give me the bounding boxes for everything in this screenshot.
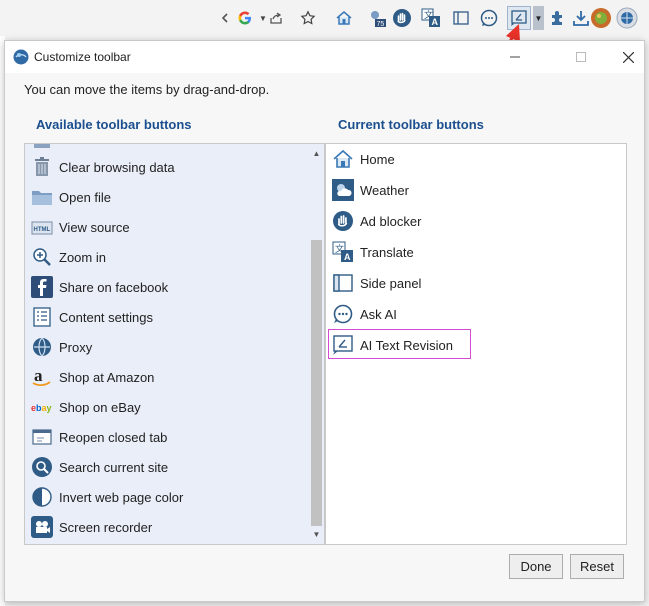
available-item-clear-browsing-data[interactable]: Clear browsing data	[31, 154, 301, 180]
proxy-globe-icon	[33, 337, 51, 357]
svg-text:A: A	[432, 17, 439, 27]
home-icon[interactable]	[333, 7, 355, 29]
invert-color-icon	[32, 487, 52, 507]
current-item-home[interactable]: Home	[332, 146, 602, 172]
html-icon: HTML	[31, 221, 53, 235]
available-item-screen-recorder[interactable]: Screen recorder	[31, 514, 301, 540]
scroll-down-icon[interactable]: ▼	[309, 527, 324, 542]
svg-text:a: a	[34, 366, 43, 385]
current-item-ai-text-revision[interactable]: AI Text Revision	[332, 332, 602, 358]
screen-recorder-icon	[31, 516, 53, 538]
available-item-search-current-site[interactable]: Search current site	[31, 454, 301, 480]
available-buttons-title: Available toolbar buttons	[36, 117, 192, 132]
available-item-reopen-closed-tab[interactable]: Reopen closed tab	[31, 424, 301, 450]
available-item-zoom-in[interactable]: Zoom in	[31, 244, 301, 270]
reopen-tab-icon	[32, 429, 52, 445]
available-item-view-source[interactable]: HTML View source	[31, 214, 301, 240]
reset-button[interactable]: Reset	[570, 554, 624, 579]
share-icon[interactable]	[265, 7, 287, 29]
profile-avatar-icon[interactable]	[590, 7, 612, 29]
available-item-invert-web-page-color[interactable]: Invert web page color	[31, 484, 301, 510]
close-icon[interactable]	[605, 41, 649, 73]
svg-text:HTML: HTML	[34, 227, 51, 233]
content-settings-icon	[33, 307, 51, 327]
available-item-shop-at-amazon[interactable]: a Shop at Amazon	[31, 364, 301, 390]
drag-drop-hint: You can move the items by drag-and-drop.	[24, 82, 270, 97]
zoom-in-icon	[33, 248, 51, 266]
svg-text:ebay: ebay	[31, 403, 52, 413]
current-item-ask-ai[interactable]: Ask AI	[332, 301, 602, 327]
ad-blocker-icon	[333, 211, 353, 231]
extensions-puzzle-icon[interactable]	[547, 7, 569, 29]
scroll-thumb[interactable]	[311, 240, 322, 526]
partial-item-icon	[34, 144, 50, 148]
toolbar-dropdown-icon[interactable]: ▼	[533, 6, 544, 30]
current-buttons-list[interactable]: Home Weather Ad blocker 文A Translate Sid…	[325, 143, 627, 545]
trash-icon	[35, 157, 49, 176]
weather-icon[interactable]: 75	[366, 7, 388, 29]
available-item-shop-on-ebay[interactable]: ebay Shop on eBay	[31, 394, 301, 420]
weather-icon	[332, 179, 354, 201]
available-item-share-on-facebook[interactable]: Share on facebook	[31, 274, 301, 300]
svg-text:A: A	[344, 252, 351, 262]
available-list-scrollbar[interactable]: ▲ ▼	[309, 144, 324, 544]
home-icon	[333, 149, 353, 168]
dialog-titlebar: Customize toolbar	[5, 41, 644, 73]
ai-text-revision-icon	[333, 335, 353, 355]
done-button[interactable]: Done	[509, 554, 563, 579]
settings-globe-icon[interactable]	[616, 7, 638, 29]
current-item-translate[interactable]: 文A Translate	[332, 239, 602, 265]
side-panel-icon[interactable]	[450, 7, 472, 29]
minimize-icon[interactable]	[492, 41, 538, 73]
browser-logo-icon	[13, 49, 29, 65]
side-panel-icon	[333, 274, 353, 292]
svg-text:75: 75	[377, 21, 385, 28]
available-item-open-file[interactable]: Open file	[31, 184, 301, 210]
dialog-title: Customize toolbar	[34, 50, 131, 64]
available-item-content-settings[interactable]: Content settings	[31, 304, 301, 330]
ask-ai-icon	[333, 304, 353, 324]
current-item-side-panel[interactable]: Side panel	[332, 270, 602, 296]
search-icon	[32, 457, 52, 477]
scroll-up-icon[interactable]: ▲	[309, 146, 324, 161]
facebook-icon	[31, 276, 53, 298]
available-buttons-list[interactable]: Clear browsing data Open file HTML View …	[24, 143, 325, 545]
chevron-left-icon[interactable]	[214, 7, 236, 29]
download-icon[interactable]	[570, 7, 592, 29]
maximize-icon	[558, 41, 604, 73]
amazon-icon: a	[32, 366, 51, 387]
ad-blocker-icon[interactable]	[391, 7, 413, 29]
browser-toolbar: ▼ 75 文A ▼	[0, 0, 649, 36]
ebay-icon: ebay	[31, 403, 52, 413]
bookmark-star-icon[interactable]	[297, 7, 319, 29]
current-buttons-title: Current toolbar buttons	[338, 117, 484, 132]
translate-icon: 文A	[332, 241, 353, 262]
customize-toolbar-dialog: Customize toolbar You can move the items…	[4, 40, 645, 602]
folder-icon	[32, 191, 52, 205]
current-item-ad-blocker[interactable]: Ad blocker	[332, 208, 602, 234]
translate-icon[interactable]: 文A	[420, 7, 442, 29]
available-item-proxy[interactable]: Proxy	[31, 334, 301, 360]
current-item-weather[interactable]: Weather	[332, 177, 602, 203]
